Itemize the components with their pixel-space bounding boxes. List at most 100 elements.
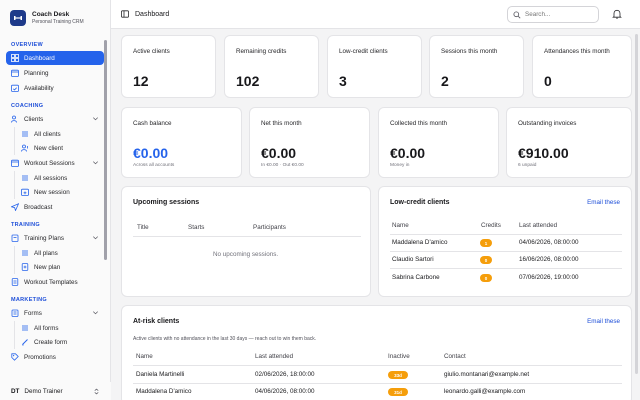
card-description: Active clients with no attendance in the…	[133, 336, 317, 342]
dumbbell-icon	[10, 10, 26, 26]
client-name: Sabrina Carbone	[392, 274, 440, 281]
section-overview: OVERVIEW	[11, 42, 43, 48]
sidebar-toggle-icon[interactable]	[121, 10, 129, 18]
sidebar-item-availability[interactable]: Availability	[6, 81, 104, 95]
file-plus-icon	[21, 263, 29, 271]
sidebar-item-workout-sessions[interactable]: Workout Sessions	[6, 156, 104, 170]
bell-icon[interactable]	[612, 9, 622, 19]
stat-value: 102	[236, 73, 260, 89]
main-scrollbar[interactable]	[635, 34, 638, 374]
stat-value: 0	[544, 73, 552, 89]
sidebar-item-workout-templates[interactable]: Workout Templates	[6, 275, 104, 289]
divider	[390, 251, 622, 252]
sidebar-item-label: Dashboard	[24, 54, 55, 62]
contact-email[interactable]: giulio.montanari@example.net	[444, 371, 529, 378]
stat-label: Attendances this month	[544, 48, 610, 55]
list-icon	[21, 324, 29, 332]
stat-label: Collected this month	[390, 120, 448, 127]
sidebar-item-all-forms[interactable]: All forms	[14, 321, 104, 335]
sidebar-item-promotions[interactable]: Promotions	[6, 350, 104, 364]
search-box[interactable]	[507, 6, 599, 23]
stat-card-outstanding-invoices: Outstanding invoices €910.00 6 unpaid	[506, 107, 632, 178]
search-input[interactable]	[525, 11, 595, 18]
brand[interactable]: Coach Desk Personal Training CRM	[0, 0, 110, 34]
column-header: Starts	[188, 224, 205, 231]
divider	[390, 234, 622, 235]
sidebar-item-create-form[interactable]: Create form	[14, 335, 104, 349]
avatar: DT	[11, 387, 20, 395]
stat-label: Net this month	[261, 120, 302, 127]
sidebar-item-broadcast[interactable]: Broadcast	[6, 200, 104, 214]
sidebar-item-clients[interactable]: Clients	[6, 112, 104, 126]
chevron-down-icon[interactable]	[92, 234, 99, 241]
sidebar-item-all-sessions[interactable]: All sessions	[14, 171, 104, 185]
last-attended: 04/06/2026, 08:00:00	[255, 388, 315, 395]
sidebar-item-training-plans[interactable]: Training Plans	[6, 231, 104, 245]
chevron-updown-icon	[94, 388, 99, 394]
sidebar-item-dashboard[interactable]: Dashboard	[6, 51, 104, 65]
sidebar-item-planning[interactable]: Planning	[6, 66, 104, 80]
stat-value: 3	[339, 73, 347, 89]
clipboard-icon	[11, 234, 19, 242]
sidebar-item-label: Broadcast	[24, 203, 53, 211]
stat-label: Low-credit clients	[339, 48, 388, 55]
calendar-plus-icon	[21, 188, 29, 196]
sidebar-item-label: Clients	[24, 115, 44, 123]
last-attended: 04/06/2026, 08:00:00	[519, 239, 579, 246]
sidebar: Coach Desk Personal Training CRM OVERVIE…	[0, 0, 111, 400]
list-icon	[21, 174, 29, 182]
sidebar-item-all-plans[interactable]: All plans	[14, 246, 104, 260]
column-header: Credits	[481, 222, 501, 229]
section-training: TRAINING	[11, 222, 40, 228]
sidebar-item-label: Forms	[24, 309, 42, 317]
client-name: Claudio Sartori	[392, 256, 434, 263]
file-icon	[11, 278, 19, 286]
card-title: Upcoming sessions	[133, 199, 200, 206]
chevron-down-icon[interactable]	[92, 159, 99, 166]
column-header: Name	[392, 222, 409, 229]
sidebar-item-label: All forms	[34, 324, 59, 332]
sidebar-item-label: Availability	[24, 84, 54, 92]
user-menu[interactable]: DT Demo Trainer	[0, 382, 111, 400]
inactive-badge: 31d	[388, 388, 408, 396]
sidebar-item-label: Workout Templates	[24, 278, 78, 286]
sidebar-item-label: New session	[34, 188, 70, 196]
user-name: Demo Trainer	[24, 387, 63, 395]
stat-label: Cash balance	[133, 120, 172, 127]
sidebar-item-label: New client	[34, 144, 64, 152]
stat-card-remaining-credits: Remaining credits 102	[224, 35, 319, 98]
email-these-link[interactable]: Email these	[587, 318, 620, 325]
column-header: Contact	[444, 353, 466, 360]
stat-sub: Money in	[390, 163, 410, 168]
sidebar-item-new-session[interactable]: New session	[14, 185, 104, 199]
sidebar-item-all-clients[interactable]: All clients	[14, 127, 104, 141]
stat-value: €0.00	[133, 145, 169, 161]
column-header: Participants	[253, 224, 286, 231]
stat-card-collected-this-month: Collected this month €0.00 Money in	[378, 107, 499, 178]
sidebar-item-new-plan[interactable]: New plan	[14, 260, 104, 274]
email-these-link[interactable]: Email these	[587, 199, 620, 206]
divider	[133, 236, 361, 237]
sidebar-item-label: Training Plans	[24, 234, 65, 242]
sidebar-item-new-client[interactable]: New client	[14, 141, 104, 155]
tag-icon	[11, 353, 19, 361]
section-coaching: COACHING	[11, 103, 44, 109]
stat-card-sessions-this-month: Sessions this month 2	[429, 35, 524, 98]
client-name: Maddalena D'amico	[392, 239, 448, 246]
chevron-down-icon[interactable]	[92, 309, 99, 316]
sidebar-scrollbar[interactable]	[104, 40, 107, 260]
stat-sub: In €0.00 · Out €0.00	[261, 163, 304, 168]
column-header: Last attended	[255, 353, 294, 360]
chevron-down-icon[interactable]	[92, 115, 99, 122]
sidebar-item-label: Workout Sessions	[24, 159, 75, 167]
stat-card-net-this-month: Net this month €0.00 In €0.00 · Out €0.0…	[249, 107, 370, 178]
credits-badge: 0	[480, 274, 492, 282]
brand-subtitle: Personal Training CRM	[32, 19, 84, 25]
stat-sub: Across all accounts	[133, 163, 175, 168]
sidebar-item-forms[interactable]: Forms	[6, 306, 104, 320]
contact-email[interactable]: leonardo.galli@example.com	[444, 388, 525, 395]
stat-value: €910.00	[518, 145, 569, 161]
sidebar-item-label: Planning	[24, 69, 49, 77]
calendar-check-icon	[11, 84, 19, 92]
client-name: Daniela Martinelli	[136, 371, 185, 378]
